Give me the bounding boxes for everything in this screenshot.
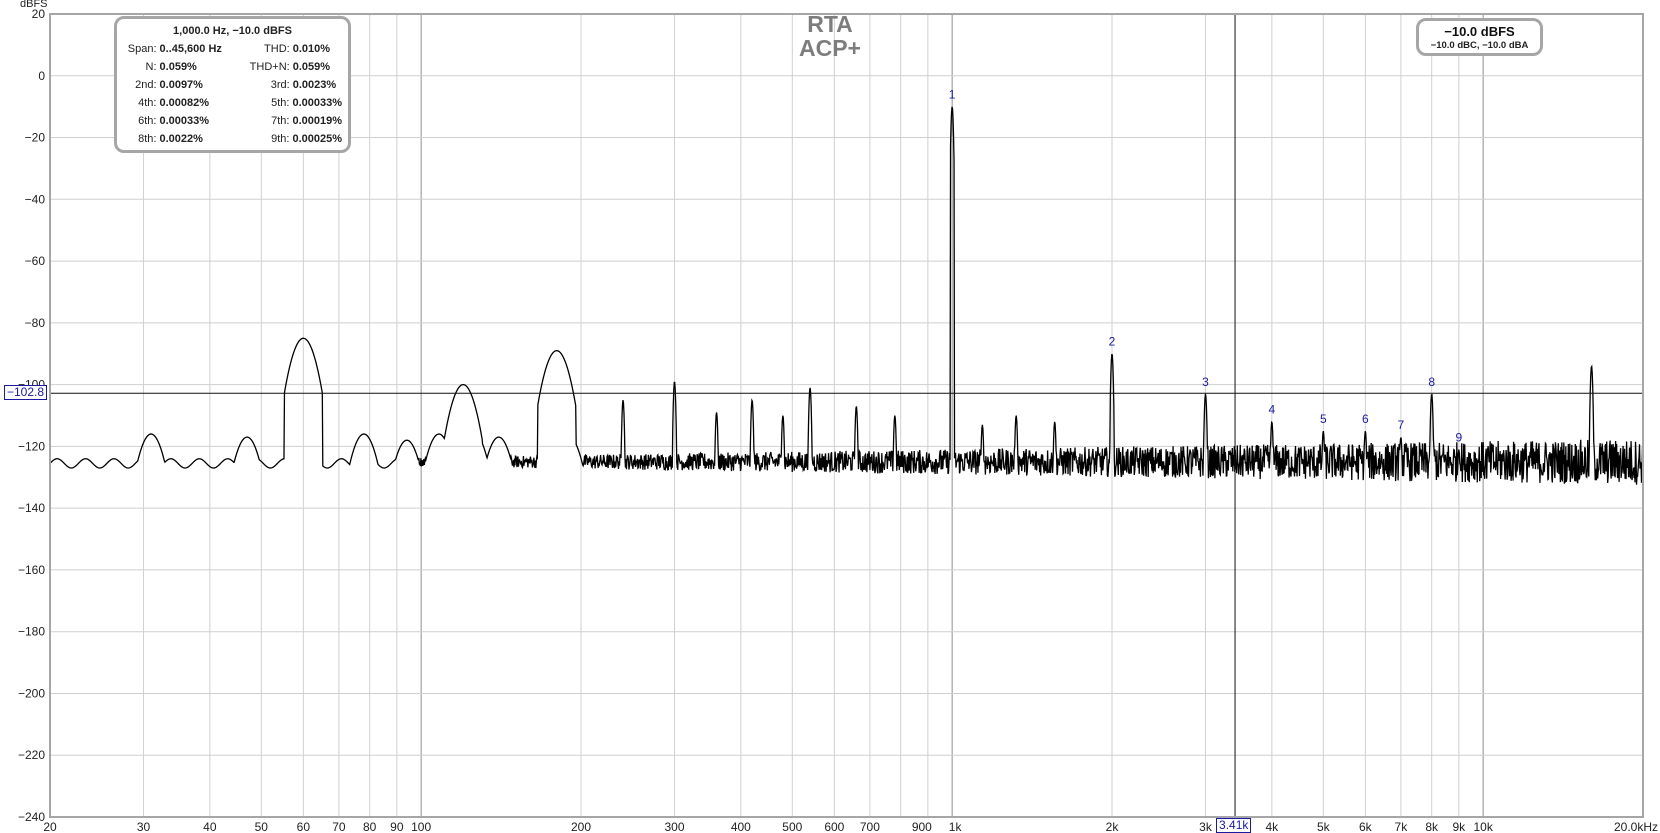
y-tick-label: −20 (25, 131, 46, 145)
y-tick-label: −240 (18, 810, 45, 824)
rta-title: RTA ACP+ (790, 12, 870, 60)
x-tick-label: 20.0kHz (1614, 820, 1658, 832)
harmonic-marker: 8 (1428, 375, 1435, 389)
stats-row: 8th: 0.0022% 9th: 0.00025% (123, 130, 342, 148)
stats-row: N: 0.059% THD+N: 0.059% (123, 58, 342, 76)
x-tick-label: 600 (824, 820, 844, 832)
x-tick-label: 900 (912, 820, 932, 832)
y-tick-label: −120 (18, 439, 45, 453)
x-tick-label: 1k (949, 820, 963, 832)
stat-value: 0.00033% (292, 97, 342, 109)
distortion-stats-box: 1,000.0 Hz, −10.0 dBFS Span: 0..45,600 Hz… (114, 16, 351, 153)
x-tick-label: 50 (255, 820, 269, 832)
stats-row: 4th: 0.00082% 5th: 0.00033% (123, 94, 342, 112)
y-tick-label: −80 (25, 316, 46, 330)
cursor-y-readout: −102.8 (4, 385, 48, 401)
stat-label: THD: (264, 43, 290, 55)
level-main: −10.0 dBFS (1444, 24, 1515, 39)
x-tick-label: 200 (571, 820, 591, 832)
x-tick-label: 300 (664, 820, 684, 832)
x-tick-label: 8k (1425, 820, 1439, 832)
x-tick-label: 3k (1199, 820, 1213, 832)
stat-label: 2nd: (135, 79, 157, 91)
harmonic-marker: 4 (1269, 403, 1276, 417)
stat-value: 0.0023% (292, 79, 337, 91)
stat-value: 0.00082% (159, 97, 210, 109)
x-tick-label: 60 (297, 820, 311, 832)
x-tick-label: 30 (137, 820, 151, 832)
x-tick-label: 90 (390, 820, 404, 832)
stat-value: 0.010% (292, 43, 331, 55)
stats-row: 6th: 0.00033% 7th: 0.00019% (123, 112, 342, 130)
stat-label: THD+N: (249, 61, 290, 73)
stat-label: Span: (127, 43, 157, 55)
stats-row: Span: 0..45,600 Hz THD: 0.010% (123, 40, 342, 58)
stats-header: 1,000.0 Hz, −10.0 dBFS (173, 25, 292, 37)
x-tick-label: 6k (1359, 820, 1373, 832)
y-tick-label: −60 (25, 254, 46, 268)
y-tick-label: −40 (25, 192, 46, 206)
cursor-x-readout: 3.41k (1216, 818, 1252, 833)
stat-label: 8th: (138, 133, 157, 145)
x-tick-label: 4k (1266, 820, 1280, 832)
x-tick-label: 700 (860, 820, 880, 832)
stat-value: 0.00019% (292, 115, 342, 127)
x-tick-label: 20 (43, 820, 57, 832)
rta-title-line-2: ACP+ (799, 35, 861, 61)
x-tick-label: 9k (1453, 820, 1467, 832)
stat-value: 0.059% (159, 61, 197, 73)
stat-label: 9th: (271, 133, 290, 145)
y-tick-label: 0 (38, 69, 45, 83)
y-tick-label: −140 (18, 501, 45, 515)
level-readout-box: −10.0 dBFS −10.0 dBC, −10.0 dBA (1416, 18, 1543, 56)
harmonic-marker: 7 (1398, 418, 1405, 432)
x-tick-label: 80 (363, 820, 377, 832)
stat-label: 3rd: (270, 79, 290, 91)
harmonic-marker: 5 (1320, 412, 1327, 426)
stats-row: 2nd: 0.0097% 3rd: 0.0023% (123, 76, 342, 94)
stat-value: 0.0097% (159, 79, 203, 91)
harmonic-marker: 6 (1362, 412, 1369, 426)
stat-label: 7th: (271, 115, 290, 127)
level-sub: −10.0 dBC, −10.0 dBA (1430, 40, 1529, 51)
stat-value: 0.00033% (159, 115, 210, 127)
x-tick-label: 40 (203, 820, 217, 832)
harmonic-marker: 9 (1456, 430, 1463, 444)
y-tick-label: −220 (18, 748, 45, 762)
stat-label: N: (145, 61, 157, 73)
harmonic-marker: 1 (949, 88, 956, 102)
stat-label: 6th: (138, 115, 157, 127)
y-tick-label: −160 (18, 563, 45, 577)
harmonic-marker: 3 (1202, 375, 1209, 389)
rta-title-line-1: RTA (807, 11, 853, 37)
x-tick-label: 100 (411, 820, 431, 832)
stat-label: 5th: (271, 97, 290, 109)
harmonic-marker: 2 (1109, 335, 1116, 349)
y-axis-unit-label: dBFS (20, 0, 48, 10)
x-tick-label: 2k (1106, 820, 1120, 832)
x-tick-label: 7k (1395, 820, 1409, 832)
x-tick-label: 5k (1317, 820, 1331, 832)
x-tick-label: 70 (332, 820, 346, 832)
stat-value: 0.0022% (159, 133, 203, 145)
x-tick-label: 500 (782, 820, 802, 832)
x-tick-label: 10k (1473, 820, 1493, 832)
y-tick-label: −180 (18, 625, 45, 639)
stat-value: 0..45,600 Hz (159, 43, 222, 55)
stat-value: 0.059% (292, 61, 331, 73)
x-tick-label: 400 (731, 820, 751, 832)
stat-value: 0.00025% (292, 133, 342, 145)
y-tick-label: −200 (18, 686, 45, 700)
stat-label: 4th: (138, 97, 157, 109)
